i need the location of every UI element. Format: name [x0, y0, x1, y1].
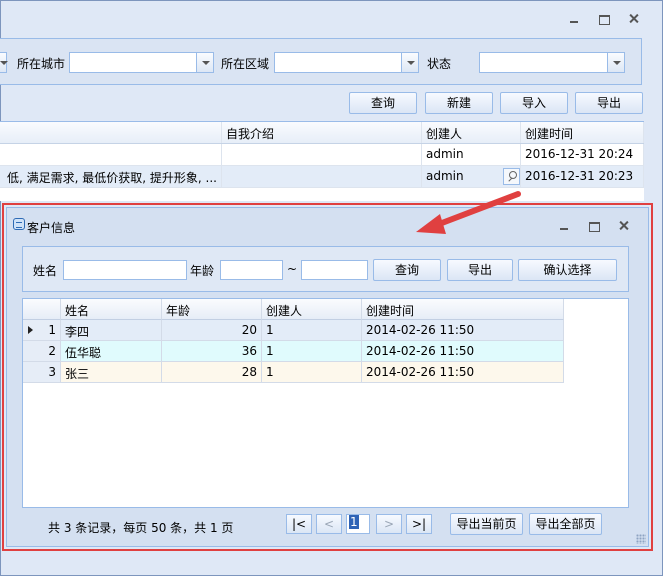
- import-button[interactable]: 导入: [500, 92, 568, 114]
- cell-creator: admin: [422, 144, 521, 165]
- cell-intro: [222, 144, 422, 165]
- header-creator[interactable]: 创建人: [422, 122, 521, 143]
- cell-desc: [0, 144, 222, 165]
- new-button[interactable]: 新建: [425, 92, 493, 114]
- minimize-icon[interactable]: [566, 12, 582, 26]
- annotation-arrow-icon: [416, 191, 521, 234]
- cell-creator-value: admin: [426, 169, 464, 183]
- customer-grid: 自我介绍 创建人 创建时间 admin 2016-12-31 20:24 低, …: [0, 121, 644, 201]
- cell-intro: [222, 166, 422, 187]
- header-intro[interactable]: 自我介绍: [222, 122, 422, 143]
- table-row[interactable]: 低, 满足需求, 最低价获取, 提升形象, ... admin 2016-12-…: [0, 166, 644, 188]
- district-label: 所在区域: [221, 57, 270, 71]
- table-row[interactable]: admin 2016-12-31 20:24: [0, 144, 644, 166]
- city-combo[interactable]: [69, 52, 214, 73]
- window-controls: [566, 12, 642, 26]
- cell-time: 2016-12-31 20:23: [521, 166, 644, 187]
- grid-header: 自我介绍 创建人 创建时间: [0, 122, 644, 144]
- district-combo[interactable]: [274, 52, 419, 73]
- chevron-down-icon[interactable]: [607, 53, 624, 72]
- grid-header-cell[interactable]: [0, 122, 222, 143]
- cell-creator[interactable]: admin: [422, 166, 521, 187]
- city-label: 所在城市: [17, 57, 66, 71]
- export-button[interactable]: 导出: [575, 92, 643, 114]
- chevron-down-icon[interactable]: [196, 53, 213, 72]
- status-label: 状态: [427, 57, 452, 71]
- chevron-down-icon[interactable]: [401, 53, 418, 72]
- chevron-down-icon[interactable]: [0, 53, 8, 72]
- search-icon[interactable]: [503, 168, 520, 185]
- query-button[interactable]: 查询: [349, 92, 417, 114]
- province-combo[interactable]: [0, 52, 8, 73]
- cell-time: 2016-12-31 20:24: [521, 144, 644, 165]
- highlight-frame: [2, 203, 653, 551]
- cell-desc: 低, 满足需求, 最低价获取, 提升形象, ...: [0, 166, 222, 187]
- filter-panel: 所在城市 所在区域 状态: [0, 38, 642, 85]
- status-combo[interactable]: [479, 52, 625, 73]
- maximize-icon[interactable]: [596, 12, 612, 26]
- close-icon[interactable]: [626, 12, 642, 26]
- header-time[interactable]: 创建时间: [521, 122, 644, 143]
